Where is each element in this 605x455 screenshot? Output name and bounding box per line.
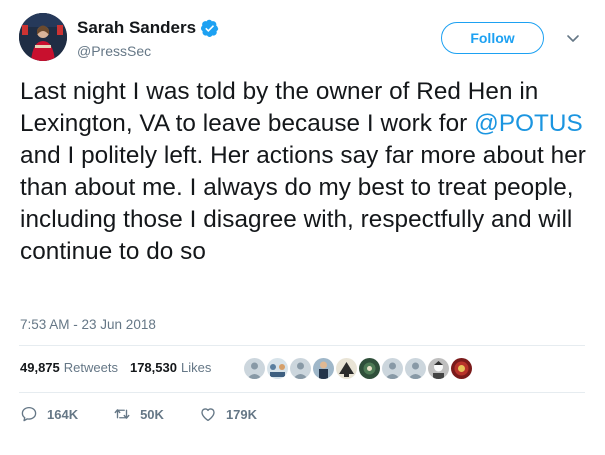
tweet-actions: 164K 50K 179K bbox=[20, 405, 292, 423]
chevron-down-icon[interactable] bbox=[565, 30, 581, 46]
liker-avatar[interactable] bbox=[405, 358, 426, 379]
like-count: 179K bbox=[225, 406, 258, 422]
retweets-stat[interactable]: 49,875 Retweets bbox=[20, 360, 118, 375]
follow-button[interactable]: Follow bbox=[441, 22, 544, 54]
retweet-count: 50K bbox=[140, 406, 164, 422]
liker-avatar[interactable] bbox=[244, 358, 265, 379]
reply-count: 164K bbox=[47, 406, 79, 422]
divider bbox=[19, 345, 585, 346]
tweet-card: Sarah Sanders @PressSec Follow Last nigh… bbox=[0, 0, 605, 455]
reply-button[interactable]: 164K bbox=[20, 405, 78, 423]
liker-avatar[interactable] bbox=[382, 358, 403, 379]
liker-avatar[interactable] bbox=[451, 358, 472, 379]
reply-icon bbox=[21, 406, 37, 422]
tweet-text-part: Last night I was told by the owner of Re… bbox=[20, 78, 539, 137]
liker-avatar[interactable] bbox=[336, 358, 357, 379]
likes-label: Likes bbox=[180, 360, 212, 375]
likes-stat[interactable]: 178,530 Likes bbox=[130, 360, 211, 375]
divider bbox=[19, 392, 585, 393]
liker-avatar[interactable] bbox=[428, 358, 449, 379]
mention-link[interactable]: @POTUS bbox=[474, 110, 583, 137]
heart-icon bbox=[201, 408, 215, 422]
retweets-count: 49,875 bbox=[20, 360, 60, 375]
avatar[interactable] bbox=[19, 13, 67, 61]
tweet-text-part: and I politely left. Her actions say far… bbox=[20, 142, 586, 265]
retweet-icon bbox=[114, 409, 130, 419]
liker-avatar[interactable] bbox=[290, 358, 311, 379]
tweet-timestamp[interactable]: 7:53 AM - 23 Jun 2018 bbox=[20, 317, 156, 332]
likes-count: 178,530 bbox=[129, 360, 177, 375]
like-button[interactable]: 179K bbox=[199, 405, 257, 423]
retweet-button[interactable]: 50K bbox=[113, 405, 164, 423]
liker-avatar[interactable] bbox=[313, 358, 334, 379]
likers-avatars bbox=[244, 358, 472, 379]
user-name[interactable]: Sarah Sanders bbox=[77, 18, 196, 38]
liker-avatar[interactable] bbox=[267, 358, 288, 379]
verified-badge-icon bbox=[201, 19, 219, 37]
tweet-stats: 49,875 Retweets 178,530 Likes bbox=[20, 360, 211, 375]
user-handle[interactable]: @PressSec bbox=[77, 43, 151, 59]
display-name[interactable]: Sarah Sanders bbox=[77, 18, 219, 38]
retweets-label: Retweets bbox=[63, 360, 118, 375]
tweet-text: Last night I was told by the owner of Re… bbox=[20, 76, 590, 268]
liker-avatar[interactable] bbox=[359, 358, 380, 379]
